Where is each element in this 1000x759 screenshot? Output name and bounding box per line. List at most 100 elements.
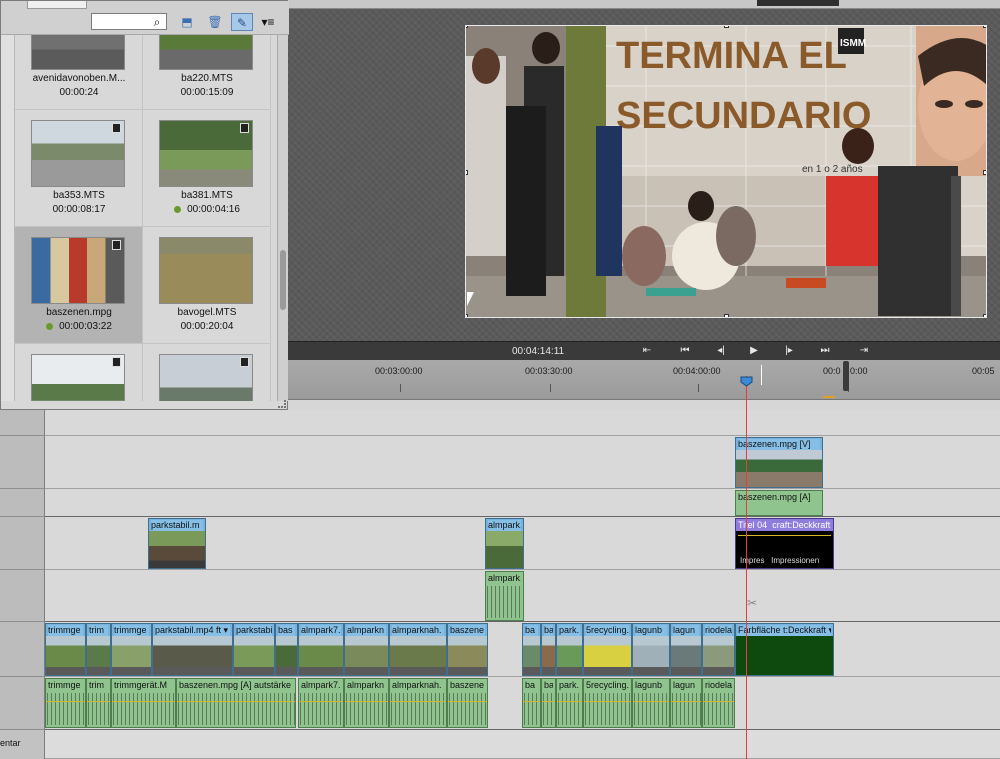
video-clip[interactable]: Farbfläche t:Deckkraft ▾ xyxy=(735,623,834,676)
work-area-end-handle[interactable] xyxy=(843,361,849,391)
media-filename: ba381.MTS xyxy=(181,190,233,201)
audio-clip[interactable]: trimmge xyxy=(45,678,86,728)
track-row-audio-3[interactable] xyxy=(45,489,1000,517)
play-icon[interactable]: ▶ xyxy=(746,344,762,358)
transform-handle-right[interactable] xyxy=(983,170,986,175)
clip-label: almpark7. xyxy=(301,625,341,636)
transform-handle-top[interactable] xyxy=(724,26,729,28)
grid-left-strip xyxy=(1,35,15,401)
audio-clip[interactable]: trim xyxy=(86,678,111,728)
trash-icon[interactable]: 🗑 xyxy=(206,13,224,31)
video-clip[interactable]: park. xyxy=(556,623,583,676)
step-back-icon[interactable]: ◂| xyxy=(713,344,729,358)
track-row[interactable] xyxy=(45,410,1000,436)
current-timecode[interactable]: 00:04:14:11 xyxy=(512,346,564,357)
scissors-icon[interactable]: ✂ xyxy=(747,596,757,610)
clip-label: trimmgerät.M xyxy=(114,680,168,690)
media-duration: 00:00:08:17 xyxy=(52,204,106,215)
video-clip[interactable]: parkstabil.mp4 ft ▾ xyxy=(152,623,233,676)
audio-clip[interactable]: ba xyxy=(522,678,541,728)
transform-handle-bottom-left[interactable] xyxy=(466,314,468,317)
step-forward-icon[interactable]: |▸ xyxy=(781,344,797,358)
monitor-tab[interactable] xyxy=(757,0,839,6)
go-to-start-icon[interactable]: ⏮ xyxy=(677,344,693,358)
playhead-handle-icon[interactable] xyxy=(740,376,753,387)
playhead-line[interactable] xyxy=(746,376,747,759)
transform-handle-left[interactable] xyxy=(466,170,468,175)
audio-clip[interactable]: almpark. xyxy=(485,571,524,621)
media-item-selected[interactable]: baszenen.mpg 00:00:03:22 xyxy=(15,227,143,344)
media-item[interactable]: avenidavonoben.M... 00:00:24 xyxy=(15,35,143,110)
video-clip[interactable]: ba xyxy=(522,623,541,676)
search-icon[interactable]: ⌕ xyxy=(148,13,166,31)
audio-clip[interactable]: baszenen.mpg [A] xyxy=(735,490,823,516)
panel-toolbar: ⌕ ⬒ 🗑 ✎ ▾≡ xyxy=(1,1,289,35)
audio-clip[interactable]: 5recycling. xyxy=(583,678,632,728)
audio-clip[interactable]: almparknah. xyxy=(389,678,447,728)
video-clip[interactable]: bas xyxy=(275,623,298,676)
audio-clip[interactable]: lagunb xyxy=(632,678,670,728)
resize-grip-icon[interactable] xyxy=(278,400,286,408)
go-to-end-icon[interactable]: ⏭ xyxy=(817,344,833,358)
video-clip[interactable]: trimmge xyxy=(111,623,152,676)
go-to-out-icon[interactable]: ⇥ xyxy=(856,344,872,358)
clip-label: 5recycling. xyxy=(586,680,629,690)
video-clip[interactable]: trimmge xyxy=(45,623,86,676)
media-item[interactable]: ba381.MTS 00:00:04:16 xyxy=(143,110,271,227)
audio-clip[interactable]: park. xyxy=(556,678,583,728)
video-clip[interactable]: lagun xyxy=(670,623,702,676)
transform-handle-bottom-right[interactable] xyxy=(983,314,986,317)
audio-clip[interactable]: trimmgerät.M xyxy=(111,678,176,728)
track-row-narration[interactable] xyxy=(45,730,1000,759)
video-clip[interactable]: baszenen.mpg [V] xyxy=(735,437,823,488)
video-clip[interactable]: baszene xyxy=(447,623,488,676)
preview-frame[interactable]: TERMINA EL SECUNDARIO ISMM en 1 o 2 años xyxy=(465,25,987,318)
audio-clip[interactable]: riodela xyxy=(702,678,735,728)
video-clip[interactable]: almparkn xyxy=(344,623,389,676)
video-clip[interactable]: parkstabi xyxy=(233,623,275,676)
video-clip[interactable]: lagunb xyxy=(632,623,670,676)
media-duration: 00:00:04:16 xyxy=(143,204,271,215)
track-header[interactable] xyxy=(0,410,45,436)
clip-label: riodela xyxy=(705,680,732,690)
video-clip[interactable]: almpark. xyxy=(485,518,524,569)
scrollbar-thumb[interactable] xyxy=(280,250,286,310)
track-header-audio-1[interactable] xyxy=(0,677,45,730)
narration-track-label[interactable]: entar xyxy=(0,730,45,759)
track-header-video-2[interactable] xyxy=(0,517,45,570)
media-item[interactable]: ba220.MTS 00:00:15:09 xyxy=(143,35,271,110)
video-clip[interactable]: riodela xyxy=(702,623,735,676)
track-row-video-3[interactable] xyxy=(45,436,1000,489)
audio-clip[interactable]: baszene xyxy=(447,678,488,728)
track-header-audio-2[interactable] xyxy=(0,570,45,622)
video-clip[interactable]: parkstabil.m xyxy=(148,518,206,569)
panel-menu-icon[interactable]: ▾≡ xyxy=(259,13,277,31)
video-clip[interactable]: trim xyxy=(86,623,111,676)
panel-tab[interactable] xyxy=(27,1,87,9)
video-clip[interactable]: ba xyxy=(541,623,556,676)
audio-clip[interactable]: baszenen.mpg [A] autstärke ▾ xyxy=(176,678,296,728)
audio-clip[interactable]: ba xyxy=(541,678,556,728)
video-clip[interactable]: almpark7. xyxy=(298,623,344,676)
go-to-in-icon[interactable]: ⇤ xyxy=(639,344,655,358)
transform-handle-top-right[interactable] xyxy=(983,26,986,28)
track-header-audio-3[interactable] xyxy=(0,489,45,517)
video-clip[interactable]: 5recycling. xyxy=(583,623,632,676)
media-item[interactable]: bavogel.MTS 00:00:20:04 xyxy=(143,227,271,344)
media-item[interactable] xyxy=(143,344,271,401)
folder-up-icon[interactable]: ⬒ xyxy=(178,13,196,31)
video-clip[interactable]: almparknah. xyxy=(389,623,447,676)
title-clip[interactable]: Titel 04 craft:Deckkraft ▾ Impres Impres… xyxy=(735,518,834,569)
media-item[interactable] xyxy=(15,344,143,401)
audio-clip[interactable]: lagun xyxy=(670,678,702,728)
audio-clip[interactable]: almpark7. xyxy=(298,678,344,728)
audio-clip[interactable]: almparkn xyxy=(344,678,389,728)
pin-icon[interactable]: ✎ xyxy=(231,13,253,31)
transform-handle-bottom[interactable] xyxy=(724,314,729,317)
track-header-video-3[interactable] xyxy=(0,436,45,489)
timeline-ruler[interactable]: 00:03:00:00 00:03:30:00 00:04:00:00 00:0… xyxy=(287,360,1000,400)
transform-handle-top-left[interactable] xyxy=(466,26,468,28)
track-header-video-1[interactable] xyxy=(0,622,45,677)
panel-scrollbar[interactable] xyxy=(277,35,288,401)
media-item[interactable]: ba353.MTS 00:00:08:17 xyxy=(15,110,143,227)
